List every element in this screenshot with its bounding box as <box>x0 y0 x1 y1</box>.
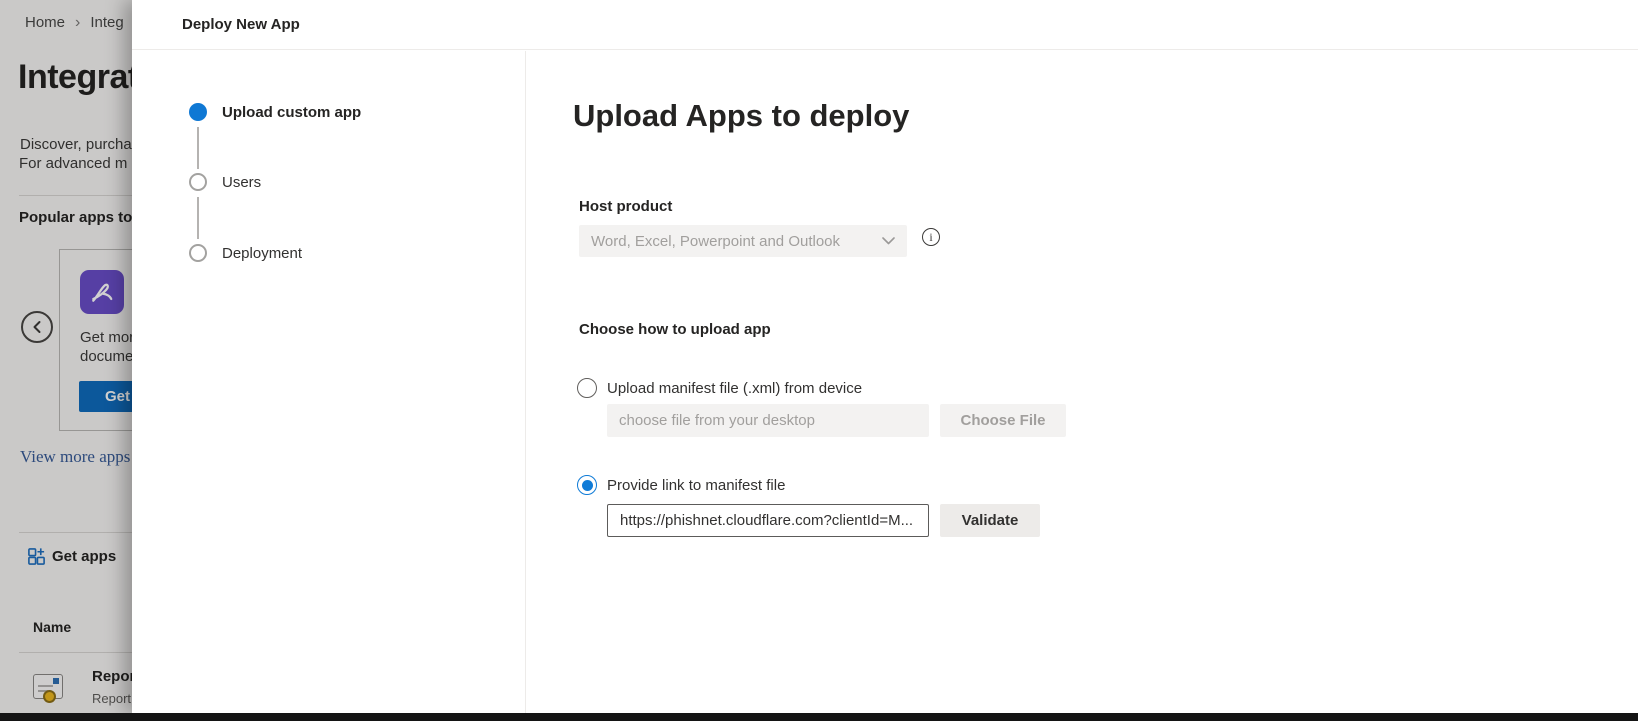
host-product-value: Word, Excel, Powerpoint and Outlook <box>591 233 882 250</box>
divider <box>525 51 526 713</box>
manifest-link-input[interactable] <box>607 504 929 537</box>
chevron-down-icon <box>882 237 895 245</box>
step-deployment[interactable]: Deployment <box>222 245 302 262</box>
step-users[interactable]: Users <box>222 174 261 191</box>
step-upload-custom-app[interactable]: Upload custom app <box>222 104 361 121</box>
deploy-new-app-panel: Deploy New App Upload custom app Users D… <box>132 0 1638 713</box>
step-connector <box>197 127 199 169</box>
step-connector <box>197 197 199 239</box>
info-glyph: i <box>929 230 932 245</box>
content-heading: Upload Apps to deploy <box>573 98 909 134</box>
step-indicator-active <box>189 103 207 121</box>
upload-method-label: Choose how to upload app <box>579 321 771 338</box>
panel-title: Deploy New App <box>182 16 300 33</box>
radio-upload-manifest-file-label[interactable]: Upload manifest file (.xml) from device <box>607 380 862 397</box>
choose-file-button[interactable]: Choose File <box>940 404 1066 437</box>
radio-provide-link[interactable] <box>577 475 597 495</box>
panel-header: Deploy New App <box>132 0 1638 50</box>
info-icon[interactable]: i <box>922 228 940 246</box>
radio-upload-manifest-file[interactable] <box>577 378 597 398</box>
manifest-file-input[interactable] <box>607 404 929 437</box>
step-indicator <box>189 244 207 262</box>
step-indicator <box>189 173 207 191</box>
host-product-dropdown[interactable]: Word, Excel, Powerpoint and Outlook <box>579 225 907 257</box>
taskbar-edge <box>0 713 1638 721</box>
validate-button[interactable]: Validate <box>940 504 1040 537</box>
host-product-label: Host product <box>579 198 672 215</box>
screen: Home›Integ Integrated apps Discover, pur… <box>0 0 1638 721</box>
radio-provide-link-label[interactable]: Provide link to manifest file <box>607 477 785 494</box>
